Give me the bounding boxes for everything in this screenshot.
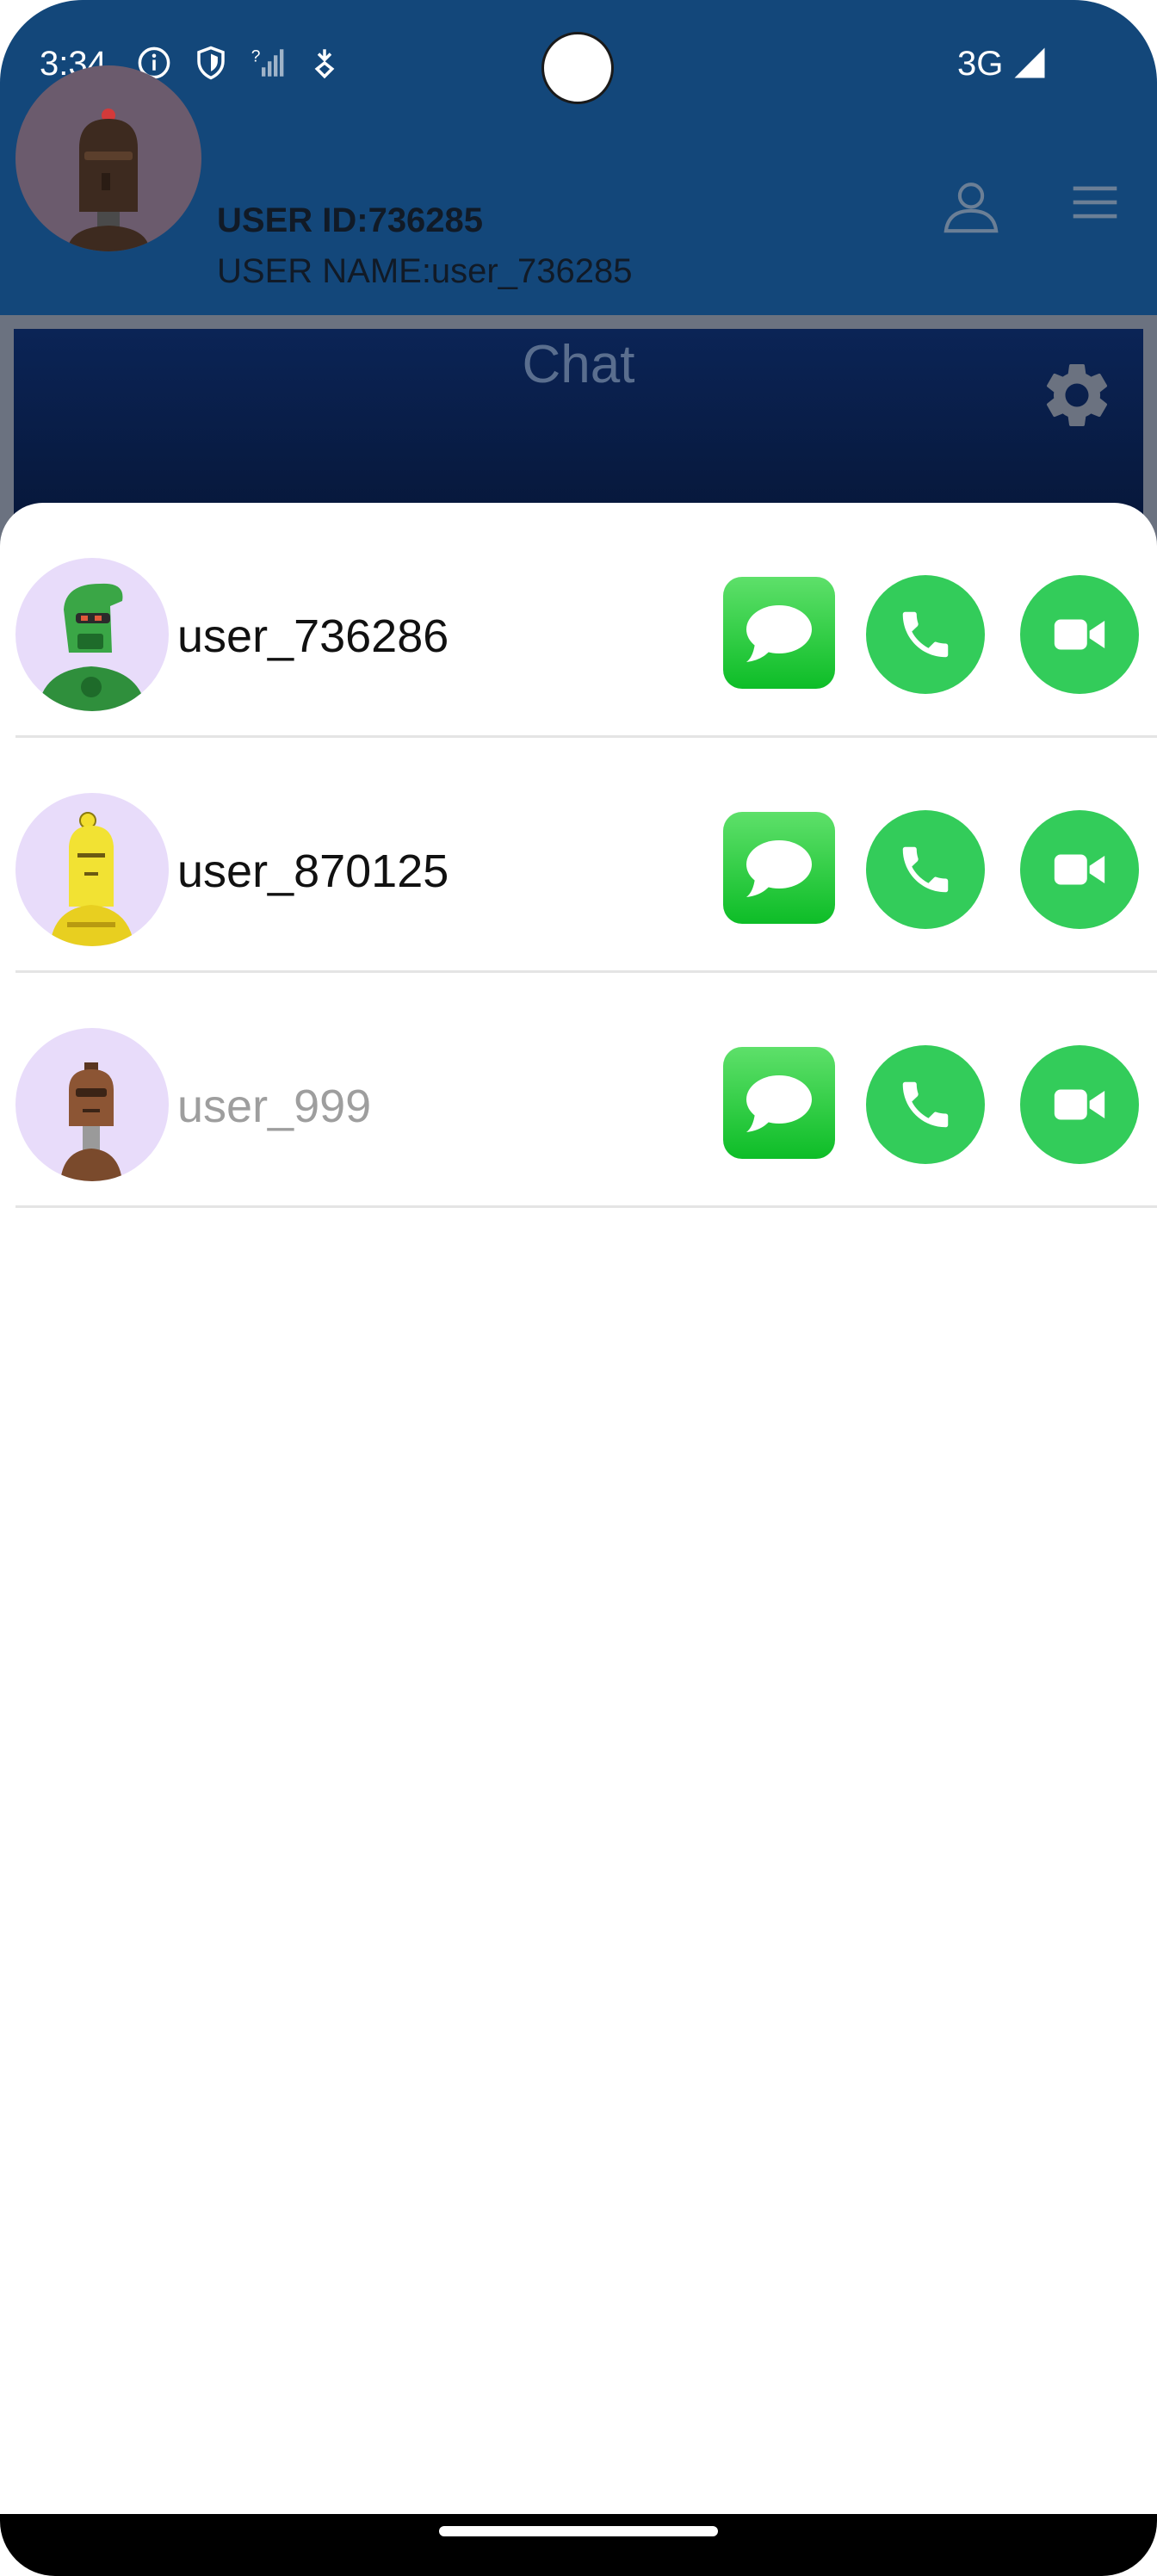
message-icon (746, 840, 812, 897)
robot-avatar-icon (67, 108, 150, 251)
voice-call-button[interactable] (866, 575, 985, 694)
system-nav-bar (0, 2514, 1157, 2576)
robot-avatar-yellow-icon (50, 812, 134, 946)
message-icon (746, 1075, 812, 1132)
menu-icon[interactable] (1070, 183, 1120, 222)
video-call-button[interactable] (1020, 575, 1139, 694)
contact-name: user_999 (177, 1081, 372, 1132)
message-button[interactable] (723, 577, 835, 689)
video-camera-icon (1054, 854, 1105, 885)
contact-row[interactable]: user_870125 (0, 738, 1157, 973)
robot-avatar-green-icon (38, 583, 146, 711)
chat-title: Chat (522, 335, 635, 394)
contact-avatar (15, 558, 169, 711)
video-call-button[interactable] (1020, 1045, 1139, 1164)
contact-avatar (15, 1028, 169, 1181)
svg-text:?: ? (251, 47, 261, 65)
contact-name: user_870125 (177, 845, 449, 897)
download-icon (314, 49, 335, 79)
phone-icon (902, 1081, 949, 1128)
person-icon[interactable] (941, 176, 1001, 236)
home-gesture-handle[interactable] (439, 2526, 718, 2536)
cell-signal-icon (1014, 47, 1045, 78)
app-screen: 3:34 ? 3G USER ID:736285 USER NAME:user_… (0, 0, 1157, 2576)
network-type: 3G (957, 45, 1004, 83)
signal-unknown-icon: ? (251, 47, 284, 77)
message-button[interactable] (723, 1047, 835, 1159)
voice-call-button[interactable] (866, 1045, 985, 1164)
contact-name: user_736286 (177, 610, 449, 662)
video-call-button[interactable] (1020, 810, 1139, 929)
contacts-sheet: user_736286 user_870125 user_999 (0, 503, 1157, 2526)
contact-row[interactable]: user_999 (0, 973, 1157, 1208)
row-divider (15, 1205, 1157, 1208)
phone-icon (902, 611, 949, 658)
phone-icon (902, 846, 949, 893)
profile-avatar[interactable] (15, 65, 201, 251)
camera-cutout (541, 32, 614, 104)
voice-call-button[interactable] (866, 810, 985, 929)
shield-icon (197, 46, 225, 80)
user-id: USER ID:736285 (217, 201, 484, 239)
message-button[interactable] (723, 812, 835, 924)
video-camera-icon (1054, 1089, 1105, 1120)
user-name: USER NAME:user_736285 (217, 252, 633, 290)
gear-icon[interactable] (1038, 356, 1116, 434)
robot-avatar-brown-icon (60, 1062, 122, 1181)
contact-avatar (15, 793, 169, 946)
video-camera-icon (1054, 619, 1105, 650)
message-icon (746, 605, 812, 662)
contact-row[interactable]: user_736286 (0, 503, 1157, 738)
